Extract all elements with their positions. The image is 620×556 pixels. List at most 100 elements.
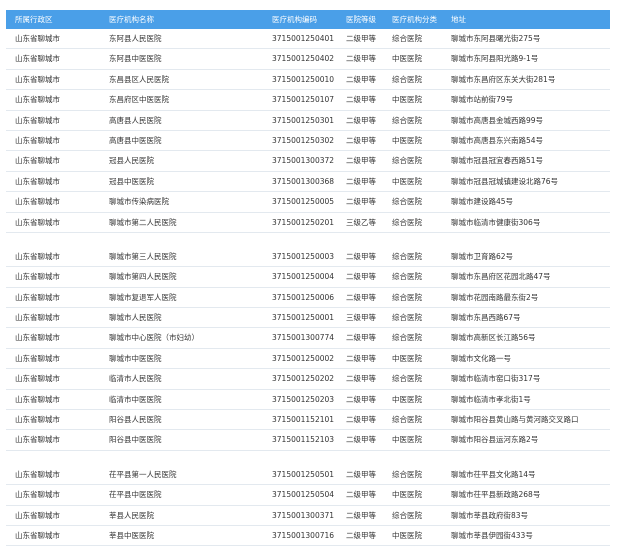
cell-hospital-name: 茌平县中医医院 xyxy=(109,490,162,500)
table-row: 山东省聊城市 冠县人民医院 3715001300372 二级甲等 综合医院 聊城市冠县冠宜… xyxy=(6,151,610,172)
table-row: 山东省聊城市 高唐县人民医院 3715001250301 二级甲等 综合医院 聊城市高唐县… xyxy=(6,111,610,131)
cell-district: 山东省聊城市 xyxy=(15,176,60,186)
column-header-district: 所属行政区 xyxy=(15,15,53,24)
cell-district: 山东省聊城市 xyxy=(15,353,60,363)
cell-level: 二级甲等 xyxy=(346,197,376,207)
cell-level: 二级甲等 xyxy=(346,435,376,445)
cell-district: 山东省聊城市 xyxy=(15,217,60,227)
cell-level: 二级甲等 xyxy=(346,74,376,84)
cell-level: 二级甲等 xyxy=(346,251,376,261)
cell-district: 山东省聊城市 xyxy=(15,510,60,520)
cell-address: 聊城市东昌西路67号 xyxy=(451,313,521,323)
cell-hospital-name: 聊城市第二人民医院 xyxy=(109,217,177,227)
column-header-address: 地址 xyxy=(451,15,466,24)
cell-address: 聊城市冠县冠城镇建设北路76号 xyxy=(451,176,559,186)
cell-district: 山东省聊城市 xyxy=(15,435,60,445)
cell-address: 聊城市阳谷县运河东路2号 xyxy=(451,435,539,445)
cell-category: 综合医院 xyxy=(392,374,422,384)
cell-district: 山东省聊城市 xyxy=(15,490,60,500)
table-row: 山东省聊城市 莘县人民医院 3715001300371 二级甲等 综合医院 聊城市莘县政府… xyxy=(6,506,610,526)
cell-category: 综合医院 xyxy=(392,115,422,125)
cell-hospital-name: 聊城市中心医院（市妇幼） xyxy=(109,333,199,343)
cell-level: 二级甲等 xyxy=(346,176,376,186)
cell-address: 聊城市阳谷县黄山路与黄河路交叉路口 xyxy=(451,415,579,425)
cell-code: 3715001250107 xyxy=(272,95,335,105)
cell-address: 聊城市临清市窑口街317号 xyxy=(451,374,541,384)
table-row: 山东省聊城市 聊城市第四人民医院 3715001250004 二级甲等 综合医院 聊城市东… xyxy=(6,267,610,288)
table-row: 山东省聊城市 茌平县中医医院 3715001250504 二级甲等 中医医院 聊城市茌平县… xyxy=(6,485,610,506)
cell-level: 二级甲等 xyxy=(346,115,376,125)
cell-district: 山东省聊城市 xyxy=(15,54,60,64)
column-header-hospital-name: 医疗机构名称 xyxy=(109,15,154,24)
cell-code: 3715001250302 xyxy=(272,135,335,145)
cell-level: 二级甲等 xyxy=(346,95,376,105)
cell-address: 聊城市高新区长江路56号 xyxy=(451,333,536,343)
table-row: 山东省聊城市 聊城市人民医院 3715001250001 三级甲等 综合医院 聊城市东昌西… xyxy=(6,308,610,329)
cell-hospital-name: 高唐县中医医院 xyxy=(109,135,162,145)
cell-code: 3715001300371 xyxy=(272,510,335,520)
hospital-table: 所属行政区 医疗机构名称 医疗机构编码 医院等级 医疗机构分类 地址 山东省聊城市 东阿县人… xyxy=(6,10,610,547)
cell-code: 3715001250010 xyxy=(272,74,335,84)
cell-category: 中医医院 xyxy=(392,435,422,445)
cell-hospital-name: 冠县人民医院 xyxy=(109,156,154,166)
table-row: 山东省聊城市 东阿县人民医院 3715001250401 二级甲等 综合医院 聊城市东阿县… xyxy=(6,29,610,50)
cell-category: 综合医院 xyxy=(392,74,422,84)
cell-address: 聊城市高唐县金城西路99号 xyxy=(451,115,544,125)
cell-level: 二级甲等 xyxy=(346,394,376,404)
cell-hospital-name: 冠县中医医院 xyxy=(109,176,154,186)
cell-district: 山东省聊城市 xyxy=(15,313,60,323)
column-header-code: 医疗机构编码 xyxy=(272,15,317,24)
cell-category: 综合医院 xyxy=(392,34,422,43)
cell-code: 3715001250006 xyxy=(272,292,335,302)
cell-category: 中医医院 xyxy=(392,176,422,186)
cell-category: 中医医院 xyxy=(392,530,422,540)
cell-code: 3715001250201 xyxy=(272,217,335,227)
cell-hospital-name: 阳谷县中医医院 xyxy=(109,435,162,445)
cell-level: 三级甲等 xyxy=(346,313,376,323)
cell-category: 综合医院 xyxy=(392,313,422,323)
cell-category: 综合医院 xyxy=(392,217,422,227)
cell-address: 聊城市临清市孝北街1号 xyxy=(451,394,531,404)
cell-hospital-name: 聊城市第四人民医院 xyxy=(109,272,177,282)
cell-district: 山东省聊城市 xyxy=(15,156,60,166)
table-row: 山东省聊城市 东昌县区人民医院 3715001250010 二级甲等 综合医院 聊城市东昌… xyxy=(6,70,610,91)
cell-address: 聊城市东阿县曙光街275号 xyxy=(451,34,541,43)
cell-category: 综合医院 xyxy=(392,272,422,282)
cell-level: 二级甲等 xyxy=(346,135,376,145)
cell-hospital-name: 东昌府区中医医院 xyxy=(109,95,169,105)
cell-district: 山东省聊城市 xyxy=(15,469,60,479)
cell-level: 二级甲等 xyxy=(346,292,376,302)
cell-address: 聊城市建设路45号 xyxy=(451,197,514,207)
cell-district: 山东省聊城市 xyxy=(15,292,60,302)
cell-hospital-name: 高唐县人民医院 xyxy=(109,115,162,125)
cell-code: 3715001250001 xyxy=(272,313,335,323)
cell-category: 综合医院 xyxy=(392,292,422,302)
cell-level: 二级甲等 xyxy=(346,530,376,540)
cell-code: 3715001300716 xyxy=(272,530,335,540)
table-row: 山东省聊城市 聊城市第三人民医院 3715001250003 二级甲等 综合医院 聊城市卫… xyxy=(6,247,610,268)
cell-address: 聊城市花园南路最东街2号 xyxy=(451,292,539,302)
cell-code: 3715001250501 xyxy=(272,469,335,479)
table-row: 山东省聊城市 冠县中医医院 3715001300368 二级甲等 中医医院 聊城市冠县冠城… xyxy=(6,172,610,193)
cell-hospital-name: 莘县中医医院 xyxy=(109,530,154,540)
table-row: 山东省聊城市 临清市人民医院 3715001250202 二级甲等 综合医院 聊城市临清市… xyxy=(6,369,610,390)
cell-district: 山东省聊城市 xyxy=(15,34,60,43)
cell-district: 山东省聊城市 xyxy=(15,115,60,125)
cell-address: 聊城市莘县政府街83号 xyxy=(451,510,529,520)
cell-address: 聊城市卫育路62号 xyxy=(451,251,514,261)
cell-category: 中医医院 xyxy=(392,135,422,145)
table-row: 山东省聊城市 聊城市传染病医院 3715001250005 二级甲等 综合医院 聊城市建设… xyxy=(6,192,610,213)
cell-hospital-name: 临清市人民医院 xyxy=(109,374,162,384)
cell-address: 聊城市莘县伊园街433号 xyxy=(451,530,533,540)
cell-category: 综合医院 xyxy=(392,415,422,425)
cell-hospital-name: 聊城市传染病医院 xyxy=(109,197,169,207)
cell-hospital-name: 东阿县中医医院 xyxy=(109,54,162,64)
cell-code: 3715001250402 xyxy=(272,54,335,64)
cell-address: 聊城市东昌府区东关大街281号 xyxy=(451,74,556,84)
cell-code: 3715001300372 xyxy=(272,156,335,166)
cell-address: 聊城市茌平县文化路14号 xyxy=(451,469,536,479)
cell-address: 聊城市冠县冠宜春西路51号 xyxy=(451,156,544,166)
cell-level: 二级甲等 xyxy=(346,415,376,425)
